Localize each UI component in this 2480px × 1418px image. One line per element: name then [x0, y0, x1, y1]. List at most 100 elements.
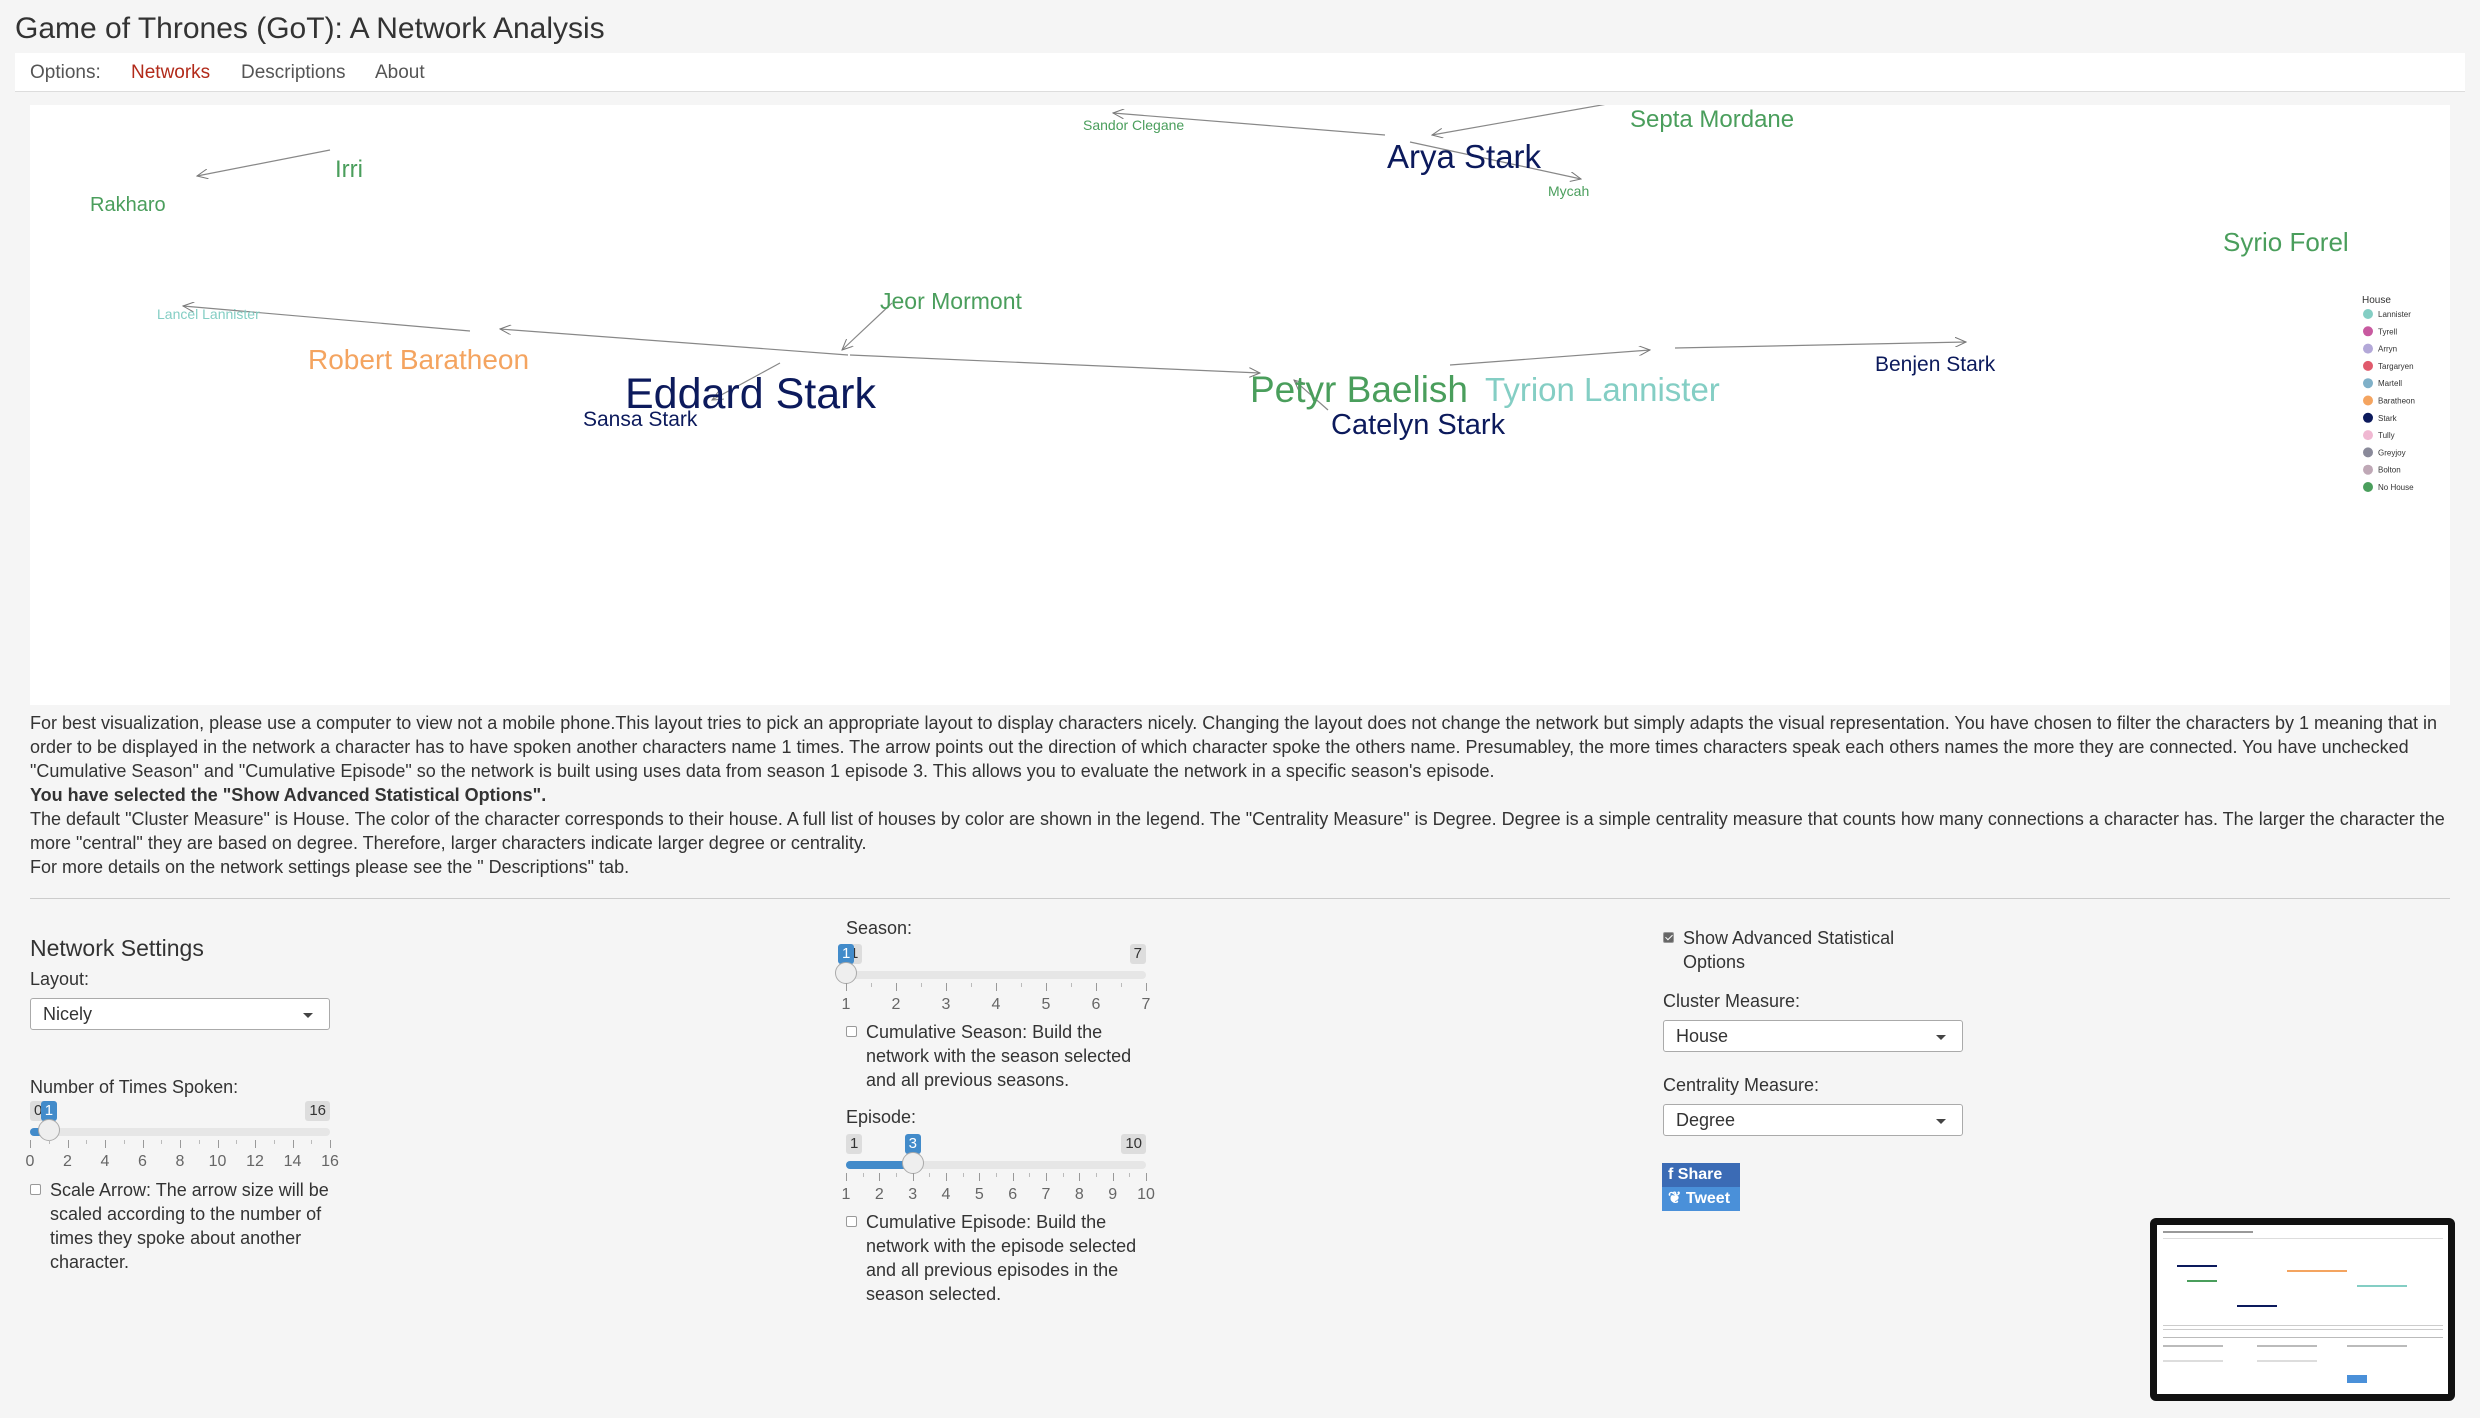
slider-tick-label: 8: [175, 1153, 185, 1170]
slider-minor-tick: [86, 1140, 88, 1144]
page-preview-thumbnail[interactable]: [2150, 1218, 2455, 1401]
share-button[interactable]: f Share: [1662, 1163, 1740, 1187]
cluster-measure-value: House: [1676, 1026, 1729, 1046]
slider-minor-tick: [971, 983, 972, 987]
times-spoken-slider[interactable]: 0 16 1 0 2 4 6 8 10 12 14 16: [26, 1101, 339, 1170]
chevron-down-icon: [303, 1013, 313, 1018]
slider-tick: [879, 1173, 881, 1181]
slider-tick: [330, 1140, 331, 1148]
network-graph[interactable]: Irri Rakharo Sandor Clegane Arya Stark Septa…: [30, 105, 2450, 705]
slider-value-label: 3: [904, 1134, 921, 1154]
advanced-options-checkbox[interactable]: [1663, 932, 1674, 943]
slider-tick-label: 3: [908, 1186, 918, 1203]
slider-minor-tick: [1096, 1173, 1097, 1177]
tab-descriptions[interactable]: Descriptions: [241, 62, 346, 84]
times-spoken-label: Number of Times Spoken:: [30, 1077, 239, 1097]
layout-select[interactable]: Nicely: [30, 998, 330, 1030]
legend-label: No House: [2378, 483, 2414, 492]
slider-tick-label: 2: [891, 996, 901, 1013]
description-paragraph: For more details on the network settings…: [30, 857, 630, 877]
slider-min-label: 1: [846, 1134, 863, 1154]
slider-minor-tick: [1121, 983, 1122, 987]
node-tyrion[interactable]: Tyrion Lannister: [1485, 371, 1720, 408]
node-septa[interactable]: Septa Mordane: [1630, 106, 1794, 133]
slider-tick: [105, 1140, 106, 1148]
legend-label: Greyjoy: [2378, 448, 2406, 457]
slider-grid: 1 2 3 4 5 6 7: [842, 981, 1150, 1013]
slider-tick-label: 5: [1041, 996, 1051, 1013]
node-benjen[interactable]: Benjen Stark: [1875, 353, 1996, 376]
slider-tick: [1096, 983, 1097, 991]
edge-tyrion-benjen: [1674, 342, 1966, 349]
legend-swatch: [2363, 309, 2373, 319]
tweet-button[interactable]: ❦ Tweet: [1662, 1187, 1740, 1211]
slider-tick: [255, 1140, 256, 1148]
slider-tick-label: 4: [991, 996, 1001, 1013]
layout-select-value: Nicely: [43, 1004, 93, 1024]
slider-minor-tick: [871, 983, 872, 987]
slider-tick: [1112, 1173, 1114, 1181]
legend-label: Lannister: [2378, 310, 2411, 319]
node-lancel[interactable]: Lancel Lannister: [157, 306, 260, 322]
slider-tick-label: 8: [1074, 1186, 1084, 1203]
slider-minor-tick: [273, 1140, 275, 1144]
tab-networks[interactable]: Networks: [131, 62, 210, 84]
social-buttons: f Share ❦ Tweet: [1662, 1163, 1740, 1211]
slider-max-label: 10: [1121, 1134, 1146, 1154]
share-label: Share: [1677, 1166, 1723, 1183]
slider-tick: [912, 1173, 914, 1181]
advanced-options-label: Show Advanced Statistical Options: [1683, 928, 1895, 972]
slider-tick: [996, 983, 997, 991]
slider-tick-label: 1: [841, 996, 851, 1013]
cumulative-season-checkbox[interactable]: [846, 1026, 857, 1037]
slider-tick-label: 10: [208, 1153, 227, 1170]
legend-swatch: [2363, 482, 2373, 492]
season-label: Season:: [846, 918, 913, 938]
edge-irri-rakharo: [197, 149, 331, 176]
legend-label: Baratheon: [2378, 397, 2415, 406]
slider-tick-label: 4: [100, 1153, 110, 1170]
cumulative-episode-checkbox[interactable]: [846, 1216, 857, 1227]
slider-tick-label: 6: [138, 1153, 147, 1170]
divider: [30, 898, 2450, 899]
legend-swatch: [2363, 464, 2373, 475]
chevron-down-icon: [1936, 1119, 1946, 1124]
cluster-measure-select[interactable]: House: [1663, 1020, 1963, 1052]
slider-tick-label: 2: [63, 1153, 72, 1170]
slider-tick: [846, 1173, 847, 1181]
slider-tick: [1046, 983, 1047, 991]
season-slider[interactable]: 1 7 1 1 2 3 4 5 6 7: [835, 944, 1150, 1013]
edge-eddard-petyr: [849, 354, 1260, 373]
facebook-icon: f: [1668, 1166, 1678, 1183]
legend-swatch: [2363, 412, 2373, 423]
node-rakharo[interactable]: Rakharo: [90, 194, 166, 216]
app-title: Game of Thrones (GoT): A Network Analysi…: [15, 12, 605, 45]
slider-minor-tick: [311, 1140, 313, 1144]
node-syrio[interactable]: Syrio Forel: [2223, 227, 2349, 257]
node-arya[interactable]: Arya Stark: [1387, 138, 1542, 175]
node-sandor[interactable]: Sandor Clegane: [1083, 117, 1184, 133]
slider-tick: [1046, 1173, 1047, 1181]
node-catelyn[interactable]: Catelyn Stark: [1331, 409, 1506, 441]
slider-tick-label: 6: [1008, 1186, 1018, 1203]
scale-arrow-checkbox[interactable]: [30, 1184, 41, 1195]
slider-tick: [292, 1140, 294, 1148]
description-paragraph: For best visualization, please use a com…: [30, 713, 2438, 781]
node-sansa[interactable]: Sansa Stark: [583, 408, 698, 431]
slider-tick: [1146, 983, 1147, 991]
episode-slider[interactable]: 1 10 3 1 2 3 4 5 6 7 8 9 10: [842, 1134, 1155, 1203]
slider-minor-tick: [1021, 983, 1022, 987]
legend: House Lannister Tyrell Arryn Targaryen Marte…: [2362, 295, 2415, 492]
node-robert[interactable]: Robert Baratheon: [308, 344, 529, 375]
episode-label: Episode:: [846, 1107, 917, 1127]
node-jeor[interactable]: Jeor Mormont: [880, 288, 1022, 314]
centrality-measure-select[interactable]: Degree: [1663, 1104, 1963, 1136]
cumulative-episode-label: Cumulative Episode: Build the network wi…: [866, 1212, 1137, 1304]
node-petyr[interactable]: Petyr Baelish: [1250, 369, 1468, 410]
node-irri[interactable]: Irri: [335, 156, 363, 183]
edge-septa-arya: [1432, 105, 1606, 135]
legend-swatch: [2363, 360, 2373, 371]
node-mycah[interactable]: Mycah: [1548, 183, 1589, 199]
tab-about[interactable]: About: [375, 62, 425, 84]
legend-label: Arryn: [2378, 345, 2397, 354]
